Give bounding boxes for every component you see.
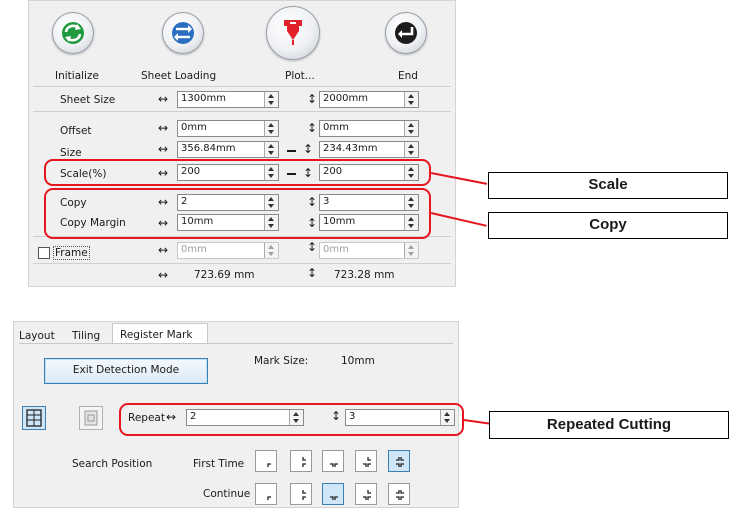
- sheet-loading-label: Sheet Loading: [141, 70, 217, 82]
- spin-buttons[interactable]: [264, 142, 278, 157]
- copy-callout: Copy: [488, 212, 728, 239]
- spin-buttons[interactable]: [264, 121, 278, 136]
- repeated-cutting-callout: Repeated Cutting: [489, 411, 729, 439]
- frame-checkbox[interactable]: [38, 247, 50, 259]
- first-time-position-option[interactable]: [255, 450, 277, 472]
- plotter-pen-icon: [266, 6, 320, 60]
- divider: [33, 263, 451, 264]
- frame-label: Frame: [53, 246, 90, 260]
- vertical-arrow-icon: ↕: [303, 142, 314, 156]
- initialize-button[interactable]: [52, 12, 94, 54]
- offset-label: Offset: [60, 125, 92, 137]
- offset-x-value: 0mm: [181, 122, 207, 133]
- mark-size-value: 10mm: [341, 355, 375, 367]
- exit-detection-mode-button[interactable]: Exit Detection Mode: [44, 358, 208, 384]
- sheet-width-input[interactable]: 1300mm: [177, 91, 279, 108]
- repeat-highlight: [119, 403, 464, 436]
- offset-x-input[interactable]: 0mm: [177, 120, 279, 137]
- single-mode-icon[interactable]: [79, 406, 103, 430]
- sheet-height-value: 2000mm: [323, 93, 368, 104]
- sheet-width-value: 1300mm: [181, 93, 226, 104]
- vertical-arrow-icon: ↕: [307, 121, 318, 135]
- vertical-arrow-icon: ↕: [307, 266, 318, 280]
- sheet-size-label: Sheet Size: [60, 94, 116, 106]
- refresh-icon: [52, 12, 94, 54]
- continue-position-option[interactable]: [355, 483, 377, 505]
- vertical-arrow-icon: ↕: [307, 92, 318, 106]
- size-height-input[interactable]: 234.43mm: [319, 141, 419, 158]
- spin-buttons[interactable]: [264, 92, 278, 107]
- horizontal-arrow-icon: ↔: [158, 243, 169, 257]
- plot-label: Plot...: [285, 70, 315, 82]
- total-height-value: 723.28 mm: [334, 269, 395, 281]
- divider: [33, 111, 451, 112]
- continue-position-option[interactable]: [290, 483, 312, 505]
- divider: [33, 86, 451, 87]
- tab-tiling[interactable]: Tiling: [72, 330, 100, 342]
- frame-y-input[interactable]: 0mm: [319, 242, 419, 259]
- frame-x-input[interactable]: 0mm: [177, 242, 279, 259]
- continue-label: Continue: [203, 488, 251, 500]
- continue-position-option[interactable]: [388, 483, 410, 505]
- size-width-value: 356.84mm: [181, 143, 236, 154]
- first-time-position-option[interactable]: [290, 450, 312, 472]
- end-button[interactable]: [385, 12, 427, 54]
- first-time-position-option[interactable]: [355, 450, 377, 472]
- first-time-position-option[interactable]: [388, 450, 410, 472]
- horizontal-arrow-icon: ↔: [158, 121, 169, 135]
- tab-register-mark[interactable]: Register Mark: [112, 323, 208, 343]
- sheet-loading-button[interactable]: [162, 12, 204, 54]
- swap-arrows-icon: [162, 12, 204, 54]
- size-width-input[interactable]: 356.84mm: [177, 141, 279, 158]
- first-time-label: First Time: [193, 458, 245, 470]
- initialize-label: Initialize: [55, 70, 99, 82]
- mark-size-label: Mark Size:: [254, 355, 309, 367]
- return-arrow-icon: [385, 12, 427, 54]
- horizontal-arrow-icon: ↔: [158, 268, 169, 282]
- plot-button[interactable]: [266, 6, 320, 60]
- frame-x-value: 0mm: [181, 244, 207, 255]
- tab-layout[interactable]: Layout: [19, 330, 55, 342]
- spin-buttons[interactable]: [404, 121, 418, 136]
- end-label: End: [398, 70, 418, 82]
- size-label: Size: [60, 147, 82, 159]
- continue-position-option[interactable]: [255, 483, 277, 505]
- aspect-link-icon[interactable]: [287, 150, 296, 152]
- offset-y-input[interactable]: 0mm: [319, 120, 419, 137]
- horizontal-arrow-icon: ↔: [158, 92, 169, 106]
- repeat-mode-icon[interactable]: [22, 406, 46, 430]
- tab-divider: [19, 343, 453, 344]
- total-width-value: 723.69 mm: [194, 269, 255, 281]
- copy-highlight: [44, 188, 431, 239]
- scale-callout: Scale: [488, 172, 728, 199]
- spin-buttons[interactable]: [404, 142, 418, 157]
- repeat-callout-line: [463, 419, 490, 425]
- continue-position-option[interactable]: [322, 483, 344, 505]
- scale-highlight: [44, 159, 431, 186]
- vertical-arrow-icon: ↕: [307, 240, 318, 254]
- first-time-position-option[interactable]: [322, 450, 344, 472]
- horizontal-arrow-icon: ↔: [158, 142, 169, 156]
- sheet-height-input[interactable]: 2000mm: [319, 91, 419, 108]
- spin-buttons[interactable]: [404, 92, 418, 107]
- frame-y-value: 0mm: [323, 244, 349, 255]
- search-position-label: Search Position: [72, 458, 153, 470]
- spin-buttons[interactable]: [404, 243, 418, 258]
- offset-y-value: 0mm: [323, 122, 349, 133]
- size-height-value: 234.43mm: [323, 143, 378, 154]
- spin-buttons[interactable]: [264, 243, 278, 258]
